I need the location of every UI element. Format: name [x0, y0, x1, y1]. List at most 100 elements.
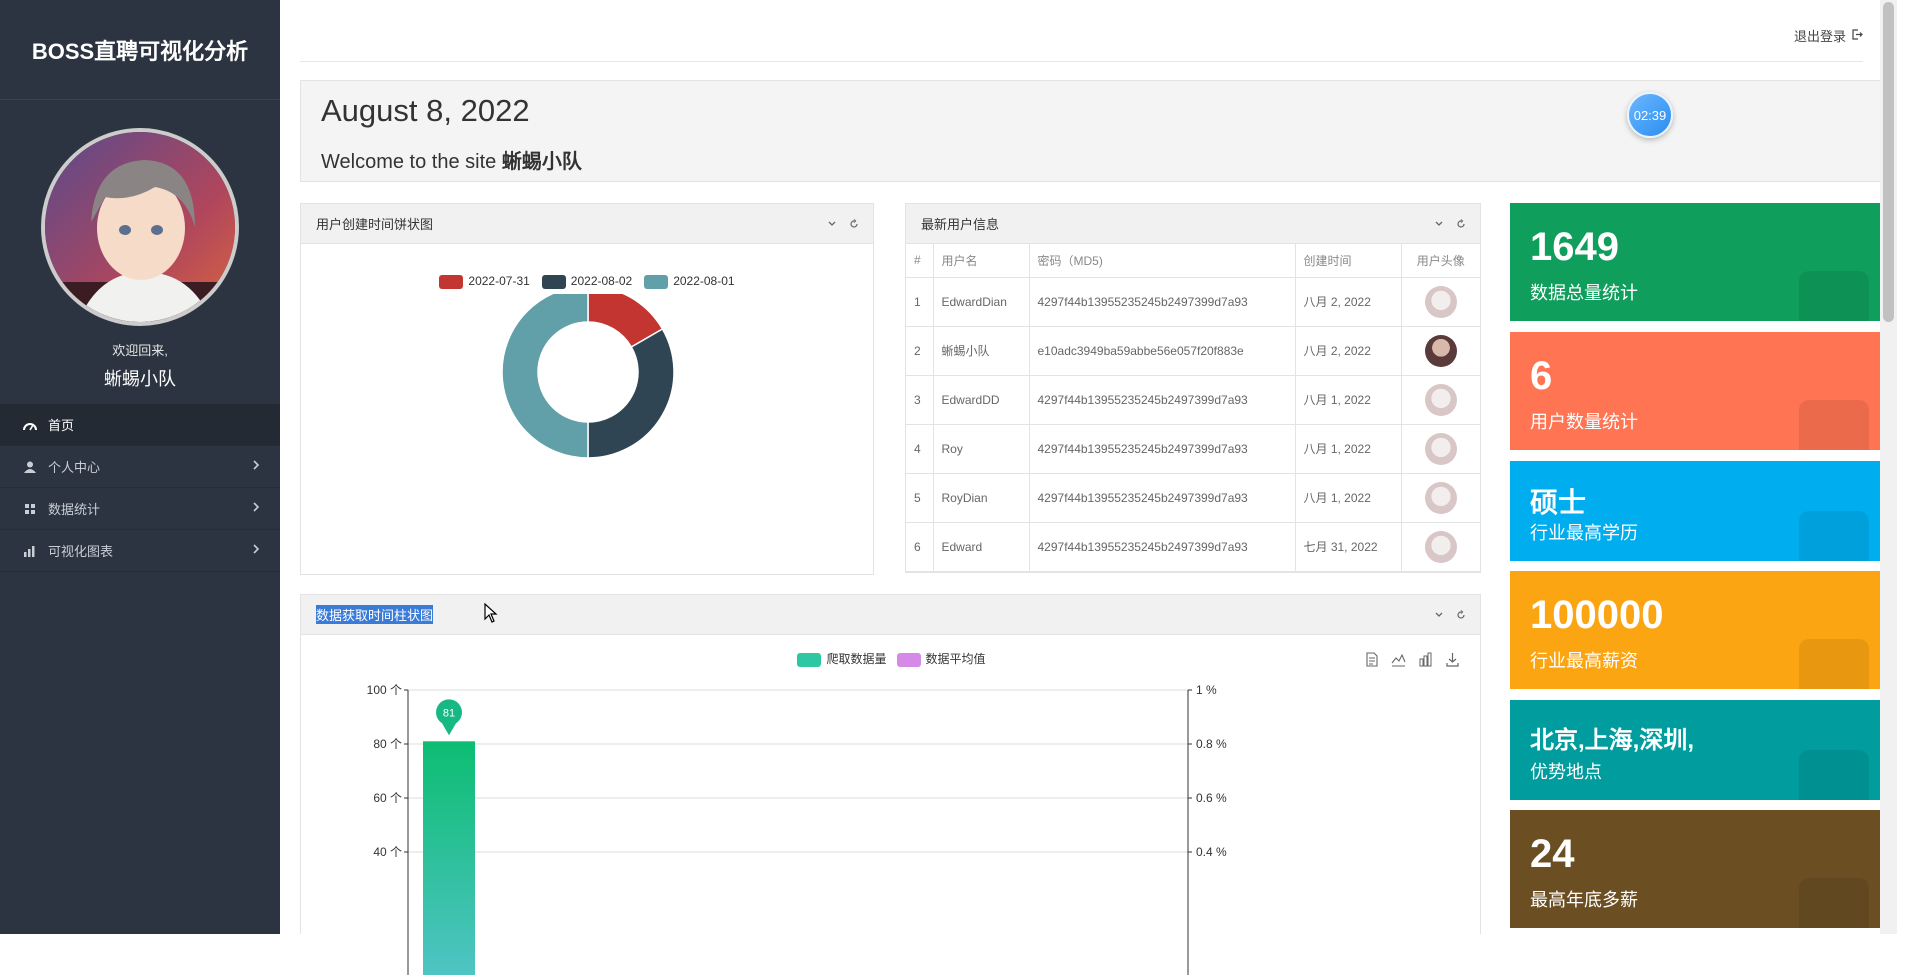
stat-value: 硕士: [1530, 487, 1587, 518]
logout-button[interactable]: 退出登录: [1794, 26, 1863, 45]
legend-label: 2022-07-31: [468, 274, 530, 288]
main-content: 退出登录 August 8, 2022 Welcome to the site …: [280, 0, 1897, 975]
y2-tick-label: 1 %: [1196, 683, 1217, 697]
table-cell: Edward: [933, 522, 1030, 572]
stat-label: 行业最高学历: [1530, 523, 1638, 543]
stat-decoration: [1799, 878, 1869, 928]
pie-slice[interactable]: [501, 294, 589, 459]
stat-card[interactable]: 硕士 行业最高学历: [1510, 461, 1883, 561]
pie-chart: [501, 294, 675, 459]
legend-swatch: [896, 652, 921, 667]
legend-item[interactable]: 2022-07-31: [439, 274, 530, 289]
table-cell: 1: [906, 277, 934, 327]
table-cell: 4297f44b13955235245b2497399d7a93: [1029, 522, 1296, 572]
sidebar-item-statistics[interactable]: 数据统计: [0, 488, 280, 530]
bar: [423, 741, 475, 975]
panel-title: 用户创建时间饼状图: [316, 217, 434, 232]
table-cell: e10adc3949ba59abbe56e057f20f883e: [1029, 326, 1296, 376]
collapse-icon[interactable]: [1434, 608, 1444, 623]
welcome-message: Welcome to the site 蜥蜴小队: [321, 145, 582, 174]
stat-card[interactable]: 1649 数据总量统计: [1510, 203, 1883, 321]
stat-card[interactable]: 6 用户数量统计: [1510, 332, 1883, 450]
welcome-prefix: Welcome to the site: [321, 151, 497, 173]
app-title[interactable]: BOSS直聘可视化分析: [0, 0, 280, 100]
stat-decoration: [1799, 271, 1869, 321]
left-axis-name: 爬取数据量: [383, 675, 438, 676]
stat-value: 6: [1530, 354, 1553, 398]
welcome-name: 蜥蜴小队: [501, 151, 582, 173]
topbar: 退出登录: [300, 0, 1863, 62]
right-axis-name: 数据平均值: [1163, 675, 1218, 676]
data-view-icon[interactable]: [1364, 652, 1379, 672]
legend-item[interactable]: 2022-08-01: [644, 274, 735, 289]
table-cell: 八月 2, 2022: [1295, 326, 1402, 376]
table-row: 2 蜥蜴小队 e10adc3949ba59abbe56e057f20f883e 八月 …: [906, 326, 1480, 376]
legend-item[interactable]: 爬取数据量: [797, 650, 887, 667]
stat-card[interactable]: 100000 行业最高薪资: [1510, 571, 1883, 689]
avatar-cell: [1401, 522, 1480, 572]
table-header-row: # 用户名 密码（MD5) 创建时间 用户头像: [906, 244, 1480, 278]
column-header: 密码（MD5): [1029, 244, 1296, 278]
logout-label: 退出登录: [1793, 29, 1846, 44]
sidebar-item-home[interactable]: 首页: [0, 404, 280, 446]
y2-tick-label: 0.6 %: [1196, 791, 1227, 805]
stat-label: 优势地点: [1530, 762, 1602, 782]
legend-swatch: [797, 652, 822, 667]
table-cell: RoyDian: [933, 473, 1030, 523]
sidebar-item-label: 数据统计: [48, 502, 101, 517]
sidebar-item-label: 可视化图表: [48, 544, 114, 559]
avatar: [1424, 383, 1457, 416]
stat-value: 1649: [1530, 225, 1619, 269]
sidebar-item-profile[interactable]: 个人中心: [0, 446, 280, 488]
stat-card[interactable]: 24 最高年底多薪: [1510, 810, 1883, 928]
pie-legend: 2022-07-31 2022-08-02 2022-08-01: [301, 274, 873, 289]
logout-icon: [1852, 28, 1863, 43]
table-row: 4 Roy 4297f44b13955235245b2497399d7a93 八月 1…: [906, 424, 1480, 474]
stat-value: 北京,上海,深圳,: [1530, 727, 1695, 754]
collapse-icon[interactable]: [827, 217, 837, 232]
sidebar-item-charts[interactable]: 可视化图表: [0, 530, 280, 572]
stat-label: 数据总量统计: [1530, 283, 1638, 303]
avatar-cell: [1401, 277, 1480, 327]
stat-decoration: [1799, 750, 1869, 800]
avatar: [1424, 481, 1457, 514]
legend-swatch: [644, 274, 669, 289]
refresh-icon[interactable]: [1456, 608, 1466, 623]
stat-decoration: [1799, 511, 1869, 561]
stat-card[interactable]: 北京,上海,深圳, 优势地点: [1510, 700, 1883, 800]
table-cell: 八月 1, 2022: [1295, 424, 1402, 474]
scrollbar-thumb[interactable]: [1883, 2, 1894, 322]
sidebar-item-label: 个人中心: [48, 460, 101, 475]
legend-label: 2022-08-02: [570, 274, 633, 288]
pie-chart-panel: 用户创建时间饼状图 2022-07-31 2022-08-02 2022-08-…: [300, 203, 874, 575]
current-date: August 8, 2022: [321, 93, 530, 128]
panel-header: 最新用户信息: [906, 204, 1480, 244]
legend-item[interactable]: 2022-08-02: [541, 274, 633, 289]
refresh-icon[interactable]: [1456, 217, 1466, 232]
legend-label: 2022-08-01: [673, 274, 735, 288]
table-cell: EdwardDian: [933, 277, 1030, 327]
y-tick-label: 80 个: [373, 737, 402, 751]
table-row: 3 EdwardDD 4297f44b13955235245b2497399d7a9…: [906, 375, 1480, 425]
users-table: # 用户名 密码（MD5) 创建时间 用户头像 1 EdwardDian 4297f…: [906, 244, 1480, 572]
sidebar: BOSS直聘可视化分析 欢迎回来, 蜥蜴小队 首页 个人中心 数据统计 可视化图…: [0, 0, 280, 934]
collapse-icon[interactable]: [1434, 217, 1444, 232]
user-icon: [22, 460, 38, 474]
welcome-text: 欢迎回来,: [112, 343, 168, 358]
bar-chart-icon[interactable]: [1418, 652, 1433, 672]
line-chart-icon[interactable]: [1391, 652, 1406, 672]
download-icon[interactable]: [1445, 652, 1460, 672]
refresh-icon[interactable]: [849, 217, 859, 232]
avatar: [1424, 334, 1457, 367]
bar-chart: 爬取数据量 数据平均值 100 个 1 % 80 个 0.8 % 60 个 0.6 % 40 个…: [367, 675, 1227, 975]
pie-slice[interactable]: [587, 327, 675, 459]
table-cell: 4297f44b13955235245b2497399d7a93: [1029, 473, 1296, 523]
sidebar-username: 蜥蜴小队: [104, 369, 176, 389]
panel-title: 数据获取时间柱状图: [316, 605, 434, 624]
legend-item[interactable]: 数据平均值: [896, 650, 986, 667]
table-cell: 七月 31, 2022: [1295, 522, 1402, 572]
table-cell: 3: [906, 375, 934, 425]
vertical-scrollbar[interactable]: [1880, 0, 1897, 934]
sidebar-item-label: 首页: [48, 418, 75, 433]
column-header: #: [906, 244, 934, 278]
